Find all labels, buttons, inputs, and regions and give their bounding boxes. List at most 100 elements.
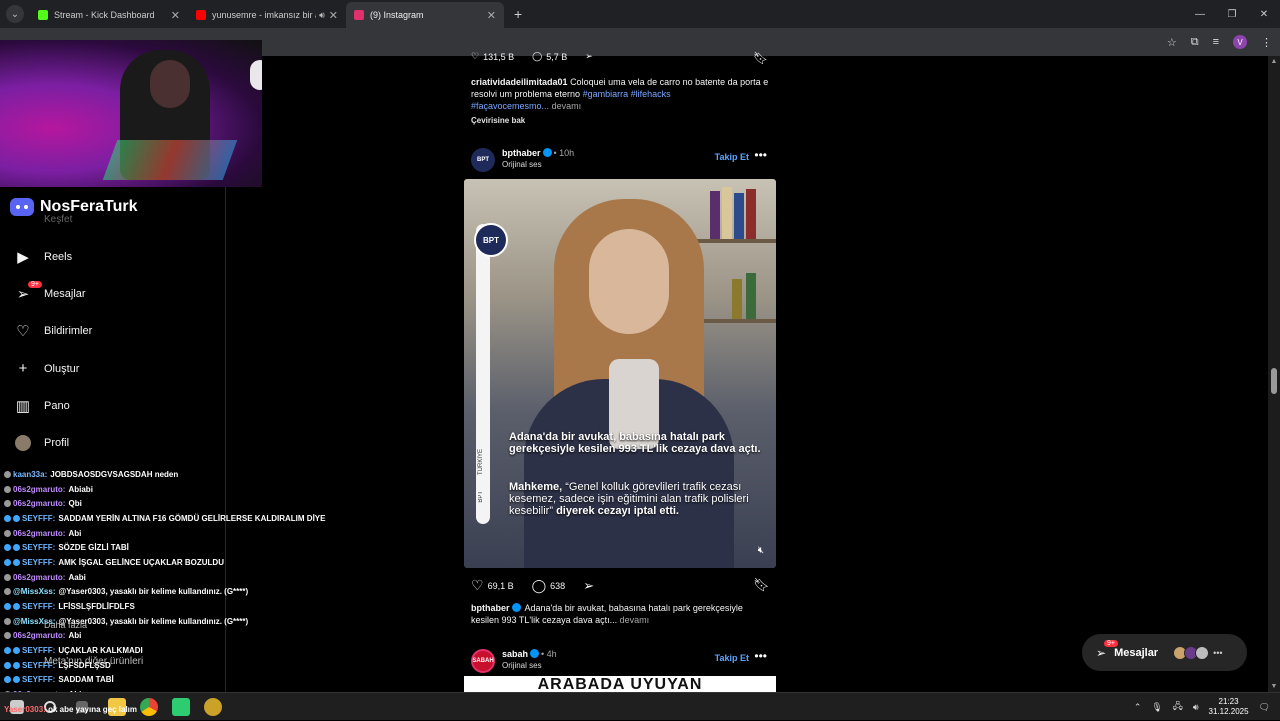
like-button[interactable]: ♡ 69,1 B <box>471 577 514 594</box>
scroll-down-icon[interactable]: ▼ <box>1268 683 1280 690</box>
close-window-button[interactable]: ✕ <box>1248 0 1280 28</box>
extensions-icon[interactable]: ⧉ <box>1191 36 1199 49</box>
sidebar-item-profile-avatar[interactable]: Profil <box>10 424 220 461</box>
more-options-icon[interactable]: ••• <box>754 649 767 663</box>
comment-button[interactable]: ◯ 638 <box>532 578 566 594</box>
avatar <box>1195 645 1210 660</box>
chat-badge-icon <box>4 514 11 522</box>
scroll-up-icon[interactable]: ▲ <box>1268 58 1280 65</box>
post-avatar[interactable]: BPT <box>471 148 495 172</box>
strip-label: TÜRKİYE <box>478 449 484 476</box>
scrollbar-thumb[interactable] <box>1271 368 1277 394</box>
browser-tab[interactable]: (9) Instagram ✕ <box>346 2 504 28</box>
game-app-icon[interactable] <box>204 698 222 716</box>
network-icon[interactable]: 🖧︎ <box>1173 699 1183 715</box>
chat-user: 06s2gmaruto: <box>13 484 66 494</box>
post-audio[interactable]: Orijinal ses <box>502 661 542 670</box>
post-video[interactable]: BPT TÜRKİYE BPT Adana'da bir avukat, bab… <box>464 179 776 568</box>
send-icon: ➢ <box>583 577 595 593</box>
chat-badge-icon <box>13 603 20 611</box>
minimize-button[interactable]: — <box>1184 0 1216 28</box>
chat-line: SEYFFF: LFİSSLŞFDLİFDLFS <box>4 599 344 614</box>
sidebar-item-messenger[interactable]: ➢ 9+ Mesajlar <box>10 275 220 312</box>
chat-line: 06s2gmaruto: Abiabi <box>4 482 344 497</box>
new-tab-button[interactable]: + <box>514 6 522 22</box>
post-time: 10h <box>559 148 575 158</box>
page-scrollbar[interactable]: ▲ ▼ <box>1268 56 1280 692</box>
caption-tags[interactable]: #gambiarra #lifehacks <box>583 89 671 99</box>
volume-icon[interactable]: 🔊︎ <box>1193 702 1199 713</box>
browser-tab[interactable]: Stream - Kick Dashboard ✕ <box>30 2 188 28</box>
save-icon[interactable]: 🔖︎ <box>753 51 768 65</box>
comment-button[interactable]: ◯ 5,7 B <box>532 51 567 62</box>
sidebar-item-label: Bildirimler <box>44 325 93 338</box>
chat-badge-icon <box>4 485 11 493</box>
tab-audio-icon[interactable]: 🔊︎ <box>319 10 325 21</box>
tab-favicon-icon <box>196 10 206 20</box>
caption-tags-2[interactable]: #façavocemesmo... <box>471 101 549 111</box>
chat-badge-icon <box>13 661 20 669</box>
webcam-overlay <box>0 40 262 187</box>
caption-more[interactable]: devamı <box>620 615 650 625</box>
tab-title: Stream - Kick Dashboard <box>54 10 155 20</box>
sidebar-more-label[interactable]: Daha fazla <box>44 620 87 630</box>
media-controls-icon[interactable]: ≡ <box>1213 36 1219 48</box>
post-audio[interactable]: Orijinal ses <box>502 160 542 169</box>
follow-button[interactable]: Takip Et <box>715 653 749 663</box>
tab-search-button[interactable]: ⌄ <box>6 5 24 23</box>
tab-close-icon[interactable]: ✕ <box>487 9 496 22</box>
chat-badge-icon <box>4 500 11 508</box>
post-username[interactable]: bpthaber <box>502 148 541 158</box>
clock[interactable]: 21:23 31.12.2025 <box>1209 697 1249 717</box>
sidebar-item-explore-partial[interactable]: Keşfet <box>44 214 72 225</box>
send-icon: ➢ <box>585 51 593 61</box>
browser-tab[interactable]: yunusemre - imkansız bir a 🔊︎ ✕ <box>188 2 346 28</box>
chat-badge-icon <box>13 676 20 684</box>
conversation-avatars <box>1173 645 1210 660</box>
sidebar-item-plus[interactable]: + Oluştur <box>10 350 220 387</box>
chat-text: Qbi <box>68 499 82 509</box>
like-button[interactable]: ♡ 131,5 B <box>471 51 514 62</box>
notification-icon[interactable]: 🗨︎ <box>1259 702 1270 713</box>
sidebar-meta-products-label[interactable]: Meta'nın diğer ürünleri <box>44 656 143 667</box>
microphone-icon[interactable]: 🎙︎ <box>1151 702 1162 713</box>
sidebar-item-dashboard[interactable]: ▥ Pano <box>10 387 220 424</box>
chat-user: 06s2gmaruto: <box>13 528 66 538</box>
caption-more[interactable]: devamı <box>552 101 582 111</box>
bookmark-star-icon[interactable]: ☆ <box>1167 36 1177 49</box>
profile-avatar-button[interactable]: V <box>1233 35 1247 49</box>
post-username-line: bpthaber • 10h <box>502 148 575 158</box>
chat-badge-icon <box>4 470 11 478</box>
like-count: 69,1 B <box>487 580 514 591</box>
restore-button[interactable]: ❐ <box>1216 0 1248 28</box>
comment-count: 5,7 B <box>546 51 568 62</box>
chat-text: Abi <box>68 631 82 641</box>
caption-username[interactable]: bpthaber <box>471 603 510 613</box>
save-icon[interactable]: 🔖︎ <box>753 577 770 593</box>
chat-line: @MissXss: @Yaser0303, yasaklı bir kelime … <box>4 585 344 600</box>
sidebar-item-reels[interactable]: ▶ Reels <box>10 238 220 275</box>
chat-badge-icon <box>4 617 11 625</box>
share-button[interactable]: ➢ <box>585 51 593 62</box>
post-avatar[interactable]: SABAH <box>471 649 495 673</box>
verified-icon <box>530 649 540 658</box>
follow-button[interactable]: Takip Et <box>715 152 749 162</box>
tab-close-icon[interactable]: ✕ <box>329 9 338 22</box>
post-username[interactable]: sabah <box>502 649 528 659</box>
streaming-app-icon[interactable] <box>172 698 190 716</box>
chrome-icon[interactable] <box>140 698 158 716</box>
tab-close-icon[interactable]: ✕ <box>171 9 180 22</box>
messages-pill[interactable]: ➢ 9+ Mesajlar ••• <box>1082 634 1247 671</box>
translate-link[interactable]: Çevirisine bak <box>471 116 525 125</box>
tray-chevron-icon[interactable]: ⌃ <box>1134 702 1142 713</box>
sidebar-item-heart[interactable]: ♡ Bildirimler <box>10 313 220 350</box>
browser-menu-icon[interactable]: ⋮ <box>1261 36 1272 49</box>
caption-username[interactable]: criatividadeilimitada01 <box>471 77 568 87</box>
chat-user: SEYFFF: <box>22 543 56 553</box>
more-options-icon[interactable]: ••• <box>754 148 767 162</box>
share-button[interactable]: ➢ <box>583 578 594 594</box>
chat-badge-icon <box>4 544 11 552</box>
mute-icon[interactable]: 🔇︎ <box>758 545 764 556</box>
heart-icon: ♡ <box>471 51 480 61</box>
chat-line: 06s2gmaruto: Qbi <box>4 496 344 511</box>
